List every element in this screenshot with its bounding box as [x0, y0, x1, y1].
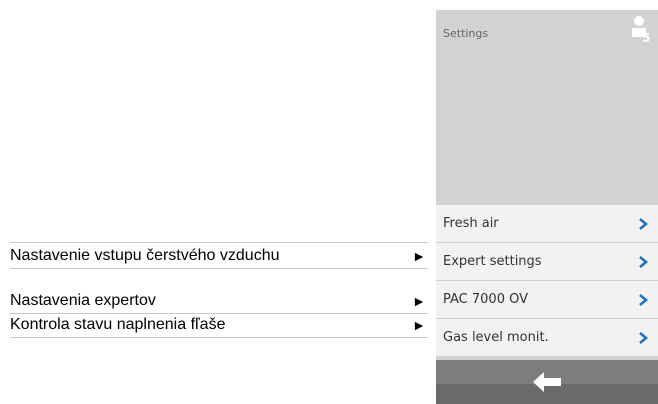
annotation-label: Kontrola stavu naplnenia fľaše [10, 316, 226, 333]
menu-item-fresh-air[interactable]: Fresh air [436, 204, 658, 242]
annotation-row-gas-level: Kontrola stavu naplnenia fľaše ► [10, 314, 428, 336]
menu-item-label: Expert settings [443, 254, 542, 269]
annotation-arrow-icon: ► [412, 293, 426, 309]
settings-menu: Fresh air Expert settings PAC 7000 OV Ga… [436, 204, 658, 356]
menu-item-gas-level[interactable]: Gas level monit. [436, 318, 658, 356]
menu-item-label: PAC 7000 OV [443, 292, 528, 307]
device-screen: Settings 5 Fresh air Expert settings PAC… [436, 10, 658, 404]
annotation-divider [10, 242, 428, 243]
page-title: Settings [443, 27, 489, 40]
annotation-row-expert: Nastavenia expertov ► [10, 290, 428, 312]
chevron-right-icon [639, 255, 648, 268]
annotation-label: Nastavenie vstupu čerstvého vzduchu [10, 247, 280, 264]
back-button[interactable] [532, 371, 562, 393]
annotation-divider [10, 337, 428, 338]
user-level-number: 5 [642, 31, 650, 43]
menu-item-expert-settings[interactable]: Expert settings [436, 242, 658, 280]
chevron-right-icon [639, 293, 648, 306]
arrow-left-icon [533, 372, 561, 392]
annotation-row-fresh-air: Nastavenie vstupu čerstvého vzduchu ► [10, 245, 428, 267]
annotation-divider [10, 268, 428, 269]
user-level-icon: 5 [632, 16, 650, 43]
menu-item-pac-7000-ov[interactable]: PAC 7000 OV [436, 280, 658, 318]
chevron-right-icon [639, 217, 648, 230]
menu-item-label: Fresh air [443, 216, 499, 231]
annotation-arrow-icon: ► [412, 248, 426, 264]
menu-item-label: Gas level monit. [443, 330, 549, 345]
annotation-label: Nastavenia expertov [10, 292, 156, 309]
footer-bar [436, 360, 658, 404]
chevron-right-icon [639, 331, 648, 344]
annotation-arrow-icon: ► [412, 317, 426, 333]
